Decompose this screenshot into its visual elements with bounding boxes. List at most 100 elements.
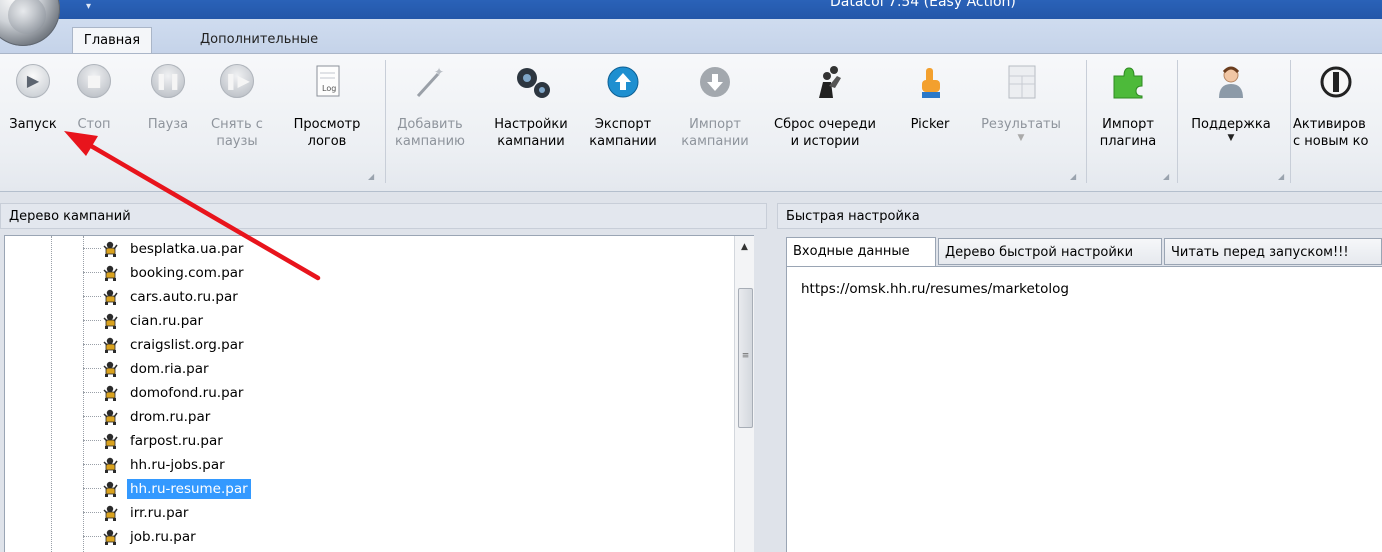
tree-item-label: craigslist.org.par: [130, 337, 244, 353]
activate-label: Активиров с новым ко: [1290, 116, 1382, 150]
import-plugin-button[interactable]: Импорт плагина: [1088, 56, 1168, 150]
import-plugin-line1: Импорт: [1102, 117, 1154, 132]
reset-queue-button[interactable]: Сброс очереди и истории: [760, 56, 890, 150]
tree-item-label: besplatka.ua.par: [130, 241, 244, 257]
parser-robot-icon: [101, 360, 121, 378]
campaign-settings-line2: кампании: [497, 134, 565, 149]
export-campaign-button[interactable]: Экспорт кампании: [580, 56, 666, 150]
import-campaign-button[interactable]: Импорт кампании: [670, 56, 760, 150]
group-launcher-icon[interactable]: ◢: [1070, 173, 1076, 181]
support-button[interactable]: Поддержка ▼: [1178, 56, 1284, 143]
tree-connector: [83, 392, 101, 393]
tree-item-label: cian.ru.par: [130, 313, 204, 329]
quick-setup-header: Быстрая настройка: [777, 203, 1382, 229]
activate-line2: с новым ко: [1293, 134, 1369, 149]
tree-item-label: irr.ru.par: [130, 505, 189, 521]
add-campaign-line2: кампанию: [395, 134, 465, 149]
scroll-up-arrow-icon[interactable]: ▲: [735, 242, 754, 252]
parser-robot-icon: [101, 528, 121, 546]
picker-button[interactable]: Picker: [900, 56, 960, 133]
parser-robot-icon: [101, 288, 121, 306]
grip-icon: ≡: [741, 351, 750, 361]
people-reset-icon: [807, 64, 843, 100]
input-data-text: https://omsk.hh.ru/resumes/marketolog: [801, 281, 1069, 297]
svg-text:✦: ✦: [434, 65, 444, 79]
spreadsheet-icon: [1003, 64, 1039, 100]
pause-label: Пауза: [147, 117, 189, 132]
support-person-icon: [1213, 64, 1249, 100]
start-button[interactable]: ▶ Запуск: [0, 56, 66, 133]
tree-item-label: drom.ru.par: [130, 409, 211, 425]
stop-button[interactable]: ■ Стоп: [66, 56, 122, 133]
parser-robot-icon: [101, 504, 121, 522]
title-bar: ▾ Datacol 7.54 (Easy Action): [0, 0, 1382, 19]
group-launcher-icon[interactable]: ◢: [1278, 173, 1284, 181]
tree-connector: [83, 272, 101, 273]
results-button[interactable]: Результаты ▼: [966, 56, 1076, 143]
picker-label: Picker: [910, 117, 950, 132]
group-separator: [1086, 60, 1087, 183]
start-label: Запуск: [9, 117, 57, 132]
reset-queue-line2: и истории: [790, 134, 860, 149]
quick-access-dropdown-icon[interactable]: ▾: [86, 1, 96, 12]
tree-item-label: hh.ru-resume.par: [127, 479, 251, 499]
scroll-thumb[interactable]: ≡: [738, 288, 753, 428]
tree-connector: [83, 368, 101, 369]
tab-input-data[interactable]: Входные данные: [786, 237, 936, 267]
tab-main[interactable]: Главная: [72, 27, 152, 54]
add-campaign-button[interactable]: ✦ Добавить кампанию: [390, 56, 470, 150]
tree-item-label: domofond.ru.par: [130, 385, 244, 401]
logs-label-line1: Просмотр: [293, 117, 361, 132]
ribbon: ▶ Запуск ■ Стоп ❚❚ Пауза ❚▶ Снять с паузы…: [0, 53, 1382, 192]
add-campaign-line1: Добавить: [397, 117, 463, 132]
export-campaign-line2: кампании: [589, 134, 657, 149]
support-label: Поддержка: [1191, 117, 1271, 132]
import-campaign-label: Импорт кампании: [670, 116, 760, 150]
download-arrow-icon: [697, 64, 733, 100]
pointing-hand-icon: [912, 64, 948, 100]
tree-connector: [83, 440, 101, 441]
log-file-icon: Log: [309, 64, 345, 100]
tree-item-label: cars.auto.ru.par: [130, 289, 238, 305]
parser-robot-icon: [101, 240, 121, 258]
tree-item-label: farpost.ru.par: [130, 433, 223, 449]
tab-quick-setup-tree[interactable]: Дерево быстрой настройки: [938, 238, 1162, 265]
tree-item-label: hh.ru-jobs.par: [130, 457, 225, 473]
parser-robot-icon: [101, 456, 121, 474]
window-title: Datacol 7.54 (Easy Action): [830, 0, 1016, 10]
tree-connector: [83, 512, 101, 513]
ribbon-tab-strip: Главная Дополнительные: [0, 19, 1382, 54]
export-campaign-line1: Экспорт: [594, 117, 652, 132]
tree-scrollbar[interactable]: ▲ ≡: [734, 236, 754, 552]
campaign-settings-button[interactable]: Настройки кампании: [486, 56, 576, 150]
pause-icon: ❚❚: [150, 64, 186, 100]
resume-label-line2: паузы: [216, 134, 258, 149]
tree-connector: [83, 344, 101, 345]
parser-robot-icon: [101, 408, 121, 426]
tree-item-label: dom.ria.par: [130, 361, 209, 377]
stop-icon: ■: [76, 64, 112, 100]
resume-button[interactable]: ❚▶ Снять с паузы: [206, 56, 268, 150]
tab-read-before-launch[interactable]: Читать перед запуском!!!: [1164, 238, 1382, 265]
tree-guide-line: [51, 236, 52, 552]
group-launcher-icon[interactable]: ◢: [1163, 173, 1169, 181]
support-dropdown-icon: ▼: [1227, 133, 1235, 143]
tree-guide-line: [83, 236, 84, 552]
campaign-tree-header: Дерево кампаний: [0, 203, 767, 229]
campaign-tree[interactable]: besplatka.ua.par booking.com.par cars.auto…: [4, 235, 754, 552]
campaign-settings-label: Настройки кампании: [486, 116, 576, 150]
activate-button[interactable]: Активиров с новым ко: [1290, 56, 1382, 150]
input-data-textarea[interactable]: https://omsk.hh.ru/resumes/marketolog: [786, 266, 1382, 552]
svg-text:Log: Log: [322, 84, 336, 93]
parser-robot-icon: [101, 312, 121, 330]
gears-icon: [513, 64, 550, 100]
tree-connector: [83, 536, 101, 537]
view-logs-button[interactable]: Log Просмотр логов: [284, 56, 370, 150]
campaign-settings-line1: Настройки: [494, 117, 568, 132]
tree-item-label: booking.com.par: [130, 265, 244, 281]
tab-additional[interactable]: Дополнительные: [188, 27, 330, 53]
magic-wand-icon: ✦: [412, 64, 448, 100]
pause-button[interactable]: ❚❚ Пауза: [140, 56, 196, 133]
tree-connector: [83, 296, 101, 297]
group-launcher-icon[interactable]: ◢: [368, 173, 374, 181]
